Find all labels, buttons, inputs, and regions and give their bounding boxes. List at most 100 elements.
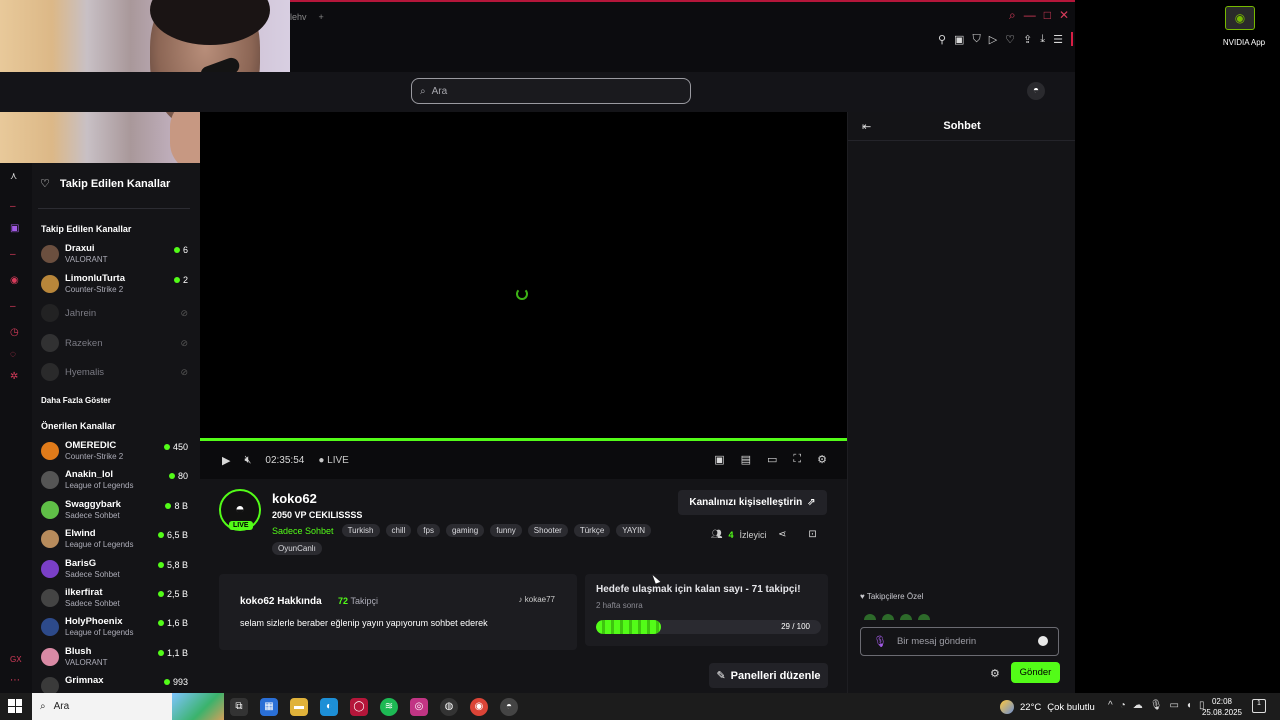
user-menu-icon[interactable]: ⊡ <box>808 529 816 540</box>
minimize-icon[interactable]: — <box>1024 8 1036 23</box>
sidebar-channel-hyemalis[interactable]: Hyemalis ⊘ <box>41 361 191 387</box>
youtube-icon[interactable]: ◉ <box>10 275 19 286</box>
microsoft-store-icon[interactable]: ▦ <box>260 698 278 716</box>
tray-app-icon[interactable]: ◔ <box>1120 700 1126 711</box>
chrome-icon[interactable]: ◉ <box>470 698 488 716</box>
goal-count: 29 / 100 <box>781 622 810 631</box>
sidebar-channel-anakin_lol[interactable]: Anakin_lol League of Legends 80 <box>41 469 191 495</box>
settings-icon[interactable]: ⚙ <box>817 453 827 466</box>
gx-icon[interactable]: GX <box>10 655 22 664</box>
customize-channel-button[interactable]: Kanalınızı kişiselleştirin ⇗ <box>678 490 827 515</box>
menu-icon[interactable]: ☰ <box>1053 33 1063 46</box>
kick-logo-icon[interactable]: ⋏ <box>10 171 17 182</box>
shield-icon[interactable]: ⛉ <box>972 33 980 46</box>
user-avatar[interactable]: ◓ <box>1027 82 1045 100</box>
volume-icon[interactable]: ◖ <box>1186 700 1192 711</box>
fullscreen-icon[interactable]: ⛶ <box>793 453 801 466</box>
taskbar-search[interactable]: ⌕ Ara <box>32 693 224 720</box>
nvidia-app-shortcut[interactable]: ◉ NVIDIA App <box>1222 6 1265 47</box>
pip-icon[interactable]: ▣ <box>714 453 724 466</box>
emoji-icon[interactable] <box>1038 636 1048 646</box>
microphone-icon[interactable]: 🎙︎ <box>1150 700 1163 711</box>
cloud-icon[interactable]: ☁ <box>1133 700 1143 711</box>
sidebar-channel-razeken[interactable]: Razeken ⊘ <box>41 332 191 358</box>
emote-icon[interactable] <box>882 614 894 620</box>
category-link[interactable]: Sadece Sohbet <box>272 526 334 536</box>
tag[interactable]: gaming <box>445 524 485 537</box>
settings-icon[interactable]: ✲ <box>10 371 18 382</box>
tag[interactable]: Shooter <box>527 524 568 537</box>
instagram-icon[interactable]: ◎ <box>410 698 428 716</box>
notification-icon[interactable]: 1 <box>1252 699 1266 713</box>
channel-avatar <box>41 530 59 549</box>
sidebar-channel-holyphoenix[interactable]: HolyPhoenix League of Legends 1,6 B <box>41 616 191 642</box>
browser-tab[interactable]: lehv <box>290 12 307 22</box>
tag[interactable]: fps <box>417 524 440 537</box>
sidebar-channel-grimnax[interactable]: Grimnax 993 <box>41 675 191 693</box>
followed-channels-button[interactable]: ♡ Takip Edilen Kanallar <box>40 177 171 191</box>
sidebar-channel-swaggybark[interactable]: Swaggybark Sadece Sohbet 8 B <box>41 499 191 525</box>
clock-icon[interactable]: ◷ <box>10 327 19 338</box>
channel-avatar <box>41 589 59 607</box>
new-tab-plus-icon[interactable]: + <box>319 12 324 22</box>
followed-channels-label: Takip Edilen Kanallar <box>59 177 171 190</box>
more-icon[interactable]: ⋯ <box>10 675 20 686</box>
sidebar-channel-omeredic[interactable]: OMEREDIC Counter-Strike 2 450 <box>41 440 191 466</box>
miniplayer-icon[interactable]: ▭ <box>767 453 777 466</box>
sidebar-channel-draxui[interactable]: Draxui VALORANT 6 <box>41 243 191 269</box>
spotify-icon[interactable]: ≋ <box>380 698 398 716</box>
maximize-icon[interactable]: □ <box>1044 8 1051 23</box>
microphone-icon[interactable]: 🎙︎ <box>873 635 887 648</box>
tag[interactable]: Turkish <box>341 524 380 537</box>
show-more-link[interactable]: Daha Fazla Göster <box>41 396 111 405</box>
emote-icon[interactable] <box>900 614 912 620</box>
tiktok-link[interactable]: ♪ kokae77 <box>519 595 555 604</box>
video-player[interactable] <box>200 112 847 438</box>
search-input[interactable]: ⌕ Ara <box>411 78 691 104</box>
obs-icon[interactable]: ◍ <box>440 698 458 716</box>
sidebar-channel-jahrein[interactable]: Jahrein ⊘ <box>41 302 191 328</box>
chevron-up-icon[interactable]: ^ <box>1108 700 1113 711</box>
edge-icon[interactable]: ◐ <box>320 698 338 716</box>
pin-icon[interactable]: ⚲ <box>938 33 946 46</box>
taskbar-apps: ⧉ ▦ ▬ ◐ ◯ ≋ ◎ ◍ ◉ ◓ <box>230 698 518 716</box>
clock[interactable]: 02:08 25.08.2025 <box>1198 696 1246 718</box>
mute-icon[interactable]: 🔇︎ <box>244 454 251 467</box>
tag[interactable]: YAYIN <box>616 524 652 537</box>
tag[interactable]: funny <box>490 524 522 537</box>
tag[interactable]: chill <box>385 524 412 537</box>
chat-settings-icon[interactable]: ⚙ <box>990 667 1000 680</box>
edit-panels-button[interactable]: ✎ Panelleri düzenle <box>709 663 828 688</box>
search-icon[interactable]: ⌕ <box>1009 8 1016 23</box>
network-icon[interactable]: ▭ <box>1169 700 1178 711</box>
tag[interactable]: OyunCanlı <box>272 542 322 555</box>
sidebar-channel-limonluturta[interactable]: LimonluTurta Counter-Strike 2 2 <box>41 273 191 299</box>
windows-start-icon[interactable] <box>8 699 22 713</box>
heart-icon[interactable]: ♡ <box>1005 33 1015 46</box>
play-icon[interactable]: ▶ <box>222 454 230 467</box>
opera-gx-icon[interactable]: ◯ <box>350 698 368 716</box>
download-icon[interactable]: ⤓ <box>1040 33 1045 46</box>
channel-name[interactable]: koko62 <box>272 491 317 506</box>
send-button[interactable]: Gönder <box>1011 662 1060 683</box>
sidebar-channel-blush[interactable]: Blush VALORANT 1,1 B <box>41 646 191 672</box>
sidebar-channel-elwind[interactable]: Elwind League of Legends 6,5 B <box>41 528 191 554</box>
chat-message-input[interactable]: 🎙︎ Bir mesaj gönderin <box>860 627 1059 656</box>
emote-icon[interactable] <box>918 614 930 620</box>
emote-icon[interactable] <box>864 614 876 620</box>
steam-icon[interactable]: ◓ <box>500 698 518 716</box>
screenshot-icon[interactable]: ▣ <box>954 33 964 46</box>
tag[interactable]: Türkçe <box>573 524 611 537</box>
messenger-icon[interactable]: ◌ <box>10 349 16 360</box>
close-icon[interactable]: ✕ <box>1059 8 1069 23</box>
upload-icon[interactable]: ⇪ <box>1023 33 1032 46</box>
share-icon[interactable]: ⋖ <box>778 529 786 540</box>
sidebar-channel-ilkerfirat[interactable]: ilkerfirat Sadece Sohbet 2,5 B <box>41 587 191 613</box>
play-icon[interactable]: ▷ <box>989 33 997 46</box>
sidebar-channel-barisg[interactable]: BarisG Sadece Sohbet 5,8 B <box>41 558 191 584</box>
task-view-icon[interactable]: ⧉ <box>230 698 248 716</box>
theater-icon[interactable]: ▤ <box>741 453 751 466</box>
file-explorer-icon[interactable]: ▬ <box>290 698 308 716</box>
twitch-icon[interactable]: ▣ <box>10 223 19 234</box>
weather-widget[interactable]: 22°C Çok bulutlu <box>1000 700 1095 714</box>
